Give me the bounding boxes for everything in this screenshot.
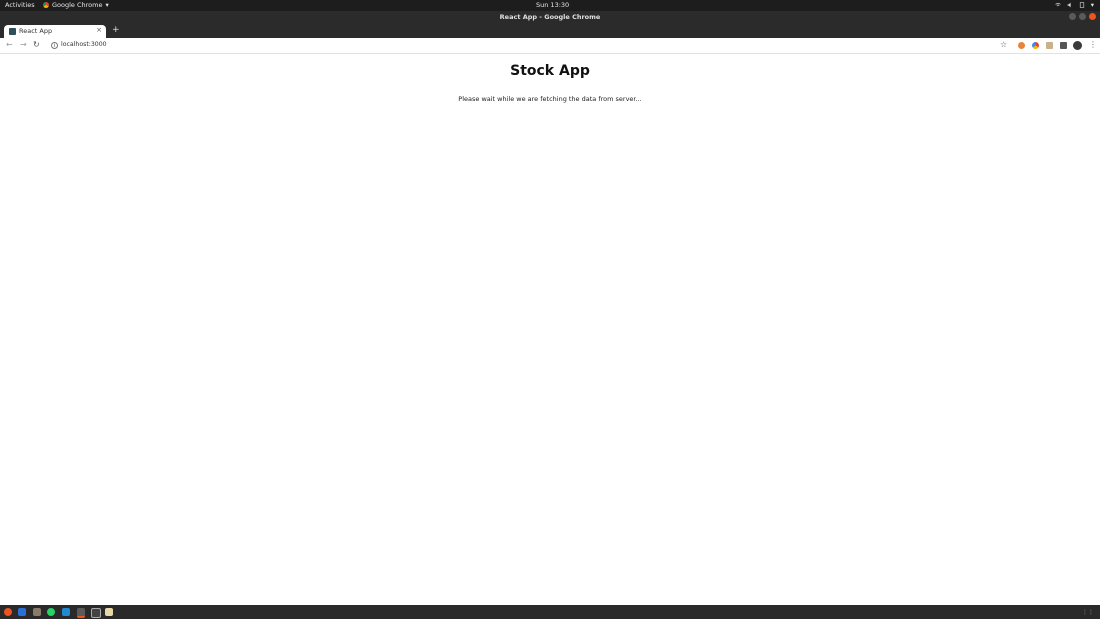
app-menu[interactable]: Google Chrome ▾ — [43, 1, 109, 9]
app-menu-label: Google Chrome — [52, 1, 103, 9]
reload-button[interactable]: ↻ — [33, 40, 40, 49]
whatsapp-icon[interactable] — [47, 608, 55, 616]
loading-message: Please wait while we are fetching the da… — [458, 95, 642, 103]
extension-colorful-icon[interactable] — [1032, 42, 1039, 49]
dropdown-arrow-icon: ▾ — [105, 1, 109, 9]
system-top-bar: Activities Google Chrome ▾ Sun 13:30 ▾ — [0, 0, 1100, 11]
extensions-puzzle-icon[interactable] — [1060, 42, 1067, 49]
browser-toolbar: ← → ↻ i localhost:3000 ☆ ⋮ — [0, 38, 1100, 54]
tab-react-app[interactable]: React App × — [4, 25, 106, 38]
vscode-icon[interactable] — [62, 608, 70, 616]
profile-avatar-icon[interactable] — [1073, 41, 1082, 50]
extension-orange-icon[interactable] — [1018, 42, 1025, 49]
url-text[interactable]: localhost:3000 — [61, 41, 107, 48]
page-title: Stock App — [510, 63, 590, 79]
window-title: React App - Google Chrome — [499, 13, 601, 21]
maximize-button[interactable] — [1079, 13, 1086, 20]
activities-button[interactable]: Activities — [5, 1, 35, 9]
network-icon — [1055, 2, 1061, 7]
minimize-button[interactable] — [1069, 13, 1076, 20]
taskbar-dock: ⋮⋮ — [0, 605, 1100, 619]
terminal-icon[interactable] — [91, 608, 101, 618]
extension-tool-icon[interactable] — [1046, 42, 1053, 49]
bookmark-star-icon[interactable]: ☆ — [1000, 40, 1007, 49]
react-app-favicon-icon — [9, 28, 16, 35]
thunderbird-icon[interactable] — [18, 608, 26, 616]
system-status-area[interactable]: ▾ — [1055, 1, 1094, 9]
site-info-icon[interactable]: i — [51, 42, 58, 49]
close-window-button[interactable] — [1089, 13, 1096, 20]
files-icon[interactable] — [33, 608, 41, 616]
address-bar[interactable]: i localhost:3000 — [47, 40, 1012, 51]
page-content: Stock App Please wait while we are fetch… — [0, 54, 1100, 605]
chrome-dock-icon[interactable] — [77, 608, 85, 618]
tab-strip: React App × + — [0, 24, 1100, 38]
forward-button[interactable]: → — [20, 40, 27, 49]
new-tab-button[interactable]: + — [112, 25, 120, 35]
ubuntu-apps-icon[interactable] — [4, 608, 12, 616]
text-editor-icon[interactable] — [105, 608, 113, 616]
clock[interactable]: Sun 13:30 — [536, 1, 569, 9]
volume-icon — [1067, 2, 1071, 8]
chrome-menu-icon[interactable]: ⋮ — [1089, 40, 1097, 49]
tab-label: React App — [19, 27, 53, 35]
tab-close-icon[interactable]: × — [96, 26, 102, 34]
system-menu-arrow-icon: ▾ — [1090, 1, 1094, 9]
chrome-icon — [43, 2, 49, 8]
window-title-bar[interactable]: React App - Google Chrome — [0, 11, 1100, 24]
show-applications-icon[interactable]: ⋮⋮ — [1082, 609, 1094, 616]
battery-icon — [1079, 2, 1084, 8]
back-button[interactable]: ← — [6, 40, 13, 49]
